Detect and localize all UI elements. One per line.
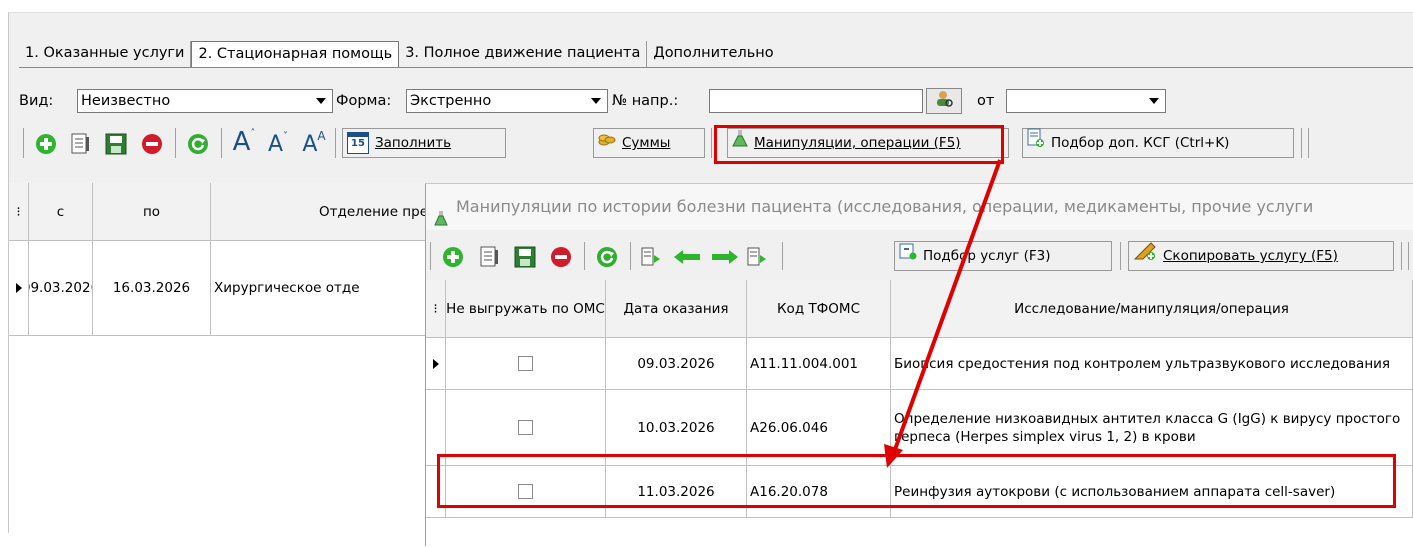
col-header-to[interactable]: по: [93, 183, 211, 241]
forma-select[interactable]: Экстренно: [406, 89, 608, 113]
no-oms-checkbox[interactable]: [518, 356, 533, 371]
manipulations-window-title: Манипуляции по истории болезни пациента …: [426, 184, 1413, 230]
edit-icon[interactable]: [476, 244, 502, 270]
vid-value: Неизвестно: [81, 93, 171, 109]
refresh-icon[interactable]: [594, 244, 620, 270]
forma-label: Форма:: [336, 93, 392, 109]
cell-code[interactable]: A11.11.004.001: [747, 338, 891, 390]
ot-label: от: [977, 93, 995, 109]
forma-value: Экстренно: [410, 93, 492, 109]
cell-to[interactable]: 16.03.2026: [93, 241, 211, 336]
toolbar-separator: [1401, 242, 1402, 270]
toolbar-separator: [175, 128, 176, 158]
toolbar-grip: [430, 242, 431, 270]
refresh-icon[interactable]: [185, 131, 211, 157]
save-icon[interactable]: [512, 244, 538, 270]
toolbar-separator: [1408, 242, 1409, 270]
chevron-down-icon: [591, 98, 601, 104]
toolbar-separator: [1120, 242, 1121, 270]
col-header-tfoms-code[interactable]: Код ТФОМС: [747, 280, 891, 338]
toolbar-separator: [221, 128, 222, 158]
row-indicator-icon: [426, 338, 446, 390]
tab-rendered-services[interactable]: 1. Оказанные услуги: [19, 41, 192, 67]
export-right-icon[interactable]: [744, 244, 770, 270]
toolbar-separator: [335, 128, 336, 158]
napr-label: № напр.:: [612, 93, 679, 109]
napr-input[interactable]: [709, 89, 923, 113]
sums-button[interactable]: Суммы: [593, 128, 705, 158]
tab-inpatient-care[interactable]: 2. Стационарная помощь: [191, 41, 400, 68]
vid-select[interactable]: Неизвестно: [77, 89, 333, 113]
manipulations-toolbar: Подбор услуг (F3) Скопировать услугу (F5…: [426, 230, 1413, 280]
toolbar-separator: [1308, 128, 1309, 158]
highlight-manipulations-button: [714, 125, 1004, 164]
col-header-date[interactable]: Дата оказания: [606, 280, 747, 338]
grid-menu-icon[interactable]: ⁝: [9, 183, 29, 241]
select-services-label: Подбор услуг (F3): [923, 248, 1051, 264]
edit-icon[interactable]: [67, 131, 93, 157]
calendar-icon: 15: [347, 132, 369, 154]
cell-manipulation[interactable]: Биопсия средостения под контролем ультра…: [891, 338, 1413, 390]
col-header-department[interactable]: Отделение пре: [211, 183, 429, 241]
add-icon[interactable]: [33, 131, 59, 157]
main-toolbar: A ˄ A ˅ AA 15 Заполнить Суммы Манипуляции,…: [9, 125, 1413, 159]
pencil-copy-icon: [1133, 241, 1157, 271]
row-indicator-icon: [9, 241, 29, 336]
highlight-reinfusion-row: [437, 454, 1396, 508]
add-icon[interactable]: [440, 244, 466, 270]
col-header-no-oms[interactable]: Не выгружать по ОМС: [446, 280, 606, 338]
no-oms-checkbox-cell: [446, 338, 606, 390]
tab-additional[interactable]: Дополнительно: [647, 41, 779, 67]
select-services-button[interactable]: Подбор услуг (F3): [894, 241, 1112, 271]
vid-label: Вид:: [19, 93, 54, 109]
document-add-icon: [1027, 128, 1045, 158]
font-reset-icon[interactable]: AA: [299, 129, 329, 157]
col-header-from[interactable]: с: [29, 183, 93, 241]
delete-icon[interactable]: [548, 244, 574, 270]
coins-icon: [598, 129, 616, 157]
tag-add-icon: [899, 242, 917, 270]
fill-label: Заполнить: [375, 135, 452, 151]
tab-divider: [19, 67, 1413, 68]
col-header-manipulation[interactable]: Исследование/манипуляция/операция: [891, 280, 1413, 338]
person-search-icon: [934, 90, 954, 112]
fill-button[interactable]: 15 Заполнить: [342, 128, 506, 158]
ksg-selection-button[interactable]: Подбор доп. КСГ (Ctrl+K): [1022, 128, 1294, 158]
cell-department[interactable]: Хирургическое отде: [211, 241, 429, 336]
chevron-down-icon: [1149, 98, 1159, 104]
save-icon[interactable]: [103, 131, 129, 157]
font-increase-icon[interactable]: A ˄: [229, 127, 259, 157]
window-title-text: Манипуляции по истории болезни пациента …: [456, 197, 1314, 216]
delete-icon[interactable]: [139, 131, 165, 157]
no-oms-checkbox[interactable]: [518, 420, 533, 435]
copy-service-button[interactable]: Скопировать услугу (F5): [1128, 241, 1394, 271]
grid-menu-icon[interactable]: ⁝: [426, 280, 446, 338]
toolbar-separator: [1301, 128, 1302, 158]
toolbar-separator: [630, 242, 631, 270]
stay-periods-grid: ⁝ с по Отделение пре 09.03.2026 16.03.20…: [9, 183, 429, 546]
flask-icon: [434, 198, 448, 230]
toolbar-grip: [23, 128, 24, 158]
export-left-icon[interactable]: [638, 244, 664, 270]
ot-date-select[interactable]: [1006, 89, 1166, 113]
chevron-down-icon: [316, 98, 326, 104]
ksg-label: Подбор доп. КСГ (Ctrl+K): [1051, 135, 1230, 151]
tab-patient-movement[interactable]: 3. Полное движение пациента: [399, 41, 648, 67]
cell-date[interactable]: 09.03.2026: [606, 338, 747, 390]
toolbar-separator: [711, 128, 712, 158]
font-decrease-icon[interactable]: A ˅: [263, 131, 293, 157]
tab-bar: 1. Оказанные услуги 2. Стационарная помо…: [19, 41, 780, 68]
cell-from[interactable]: 09.03.2026: [29, 241, 93, 336]
arrow-right-icon[interactable]: [710, 244, 740, 270]
sums-label: Суммы: [622, 135, 671, 151]
lookup-user-button[interactable]: [926, 88, 962, 114]
arrow-left-icon[interactable]: [672, 244, 702, 270]
toolbar-separator: [584, 242, 585, 270]
copy-service-label: Скопировать услугу (F5): [1163, 248, 1338, 264]
toolbar-separator: [782, 242, 783, 270]
